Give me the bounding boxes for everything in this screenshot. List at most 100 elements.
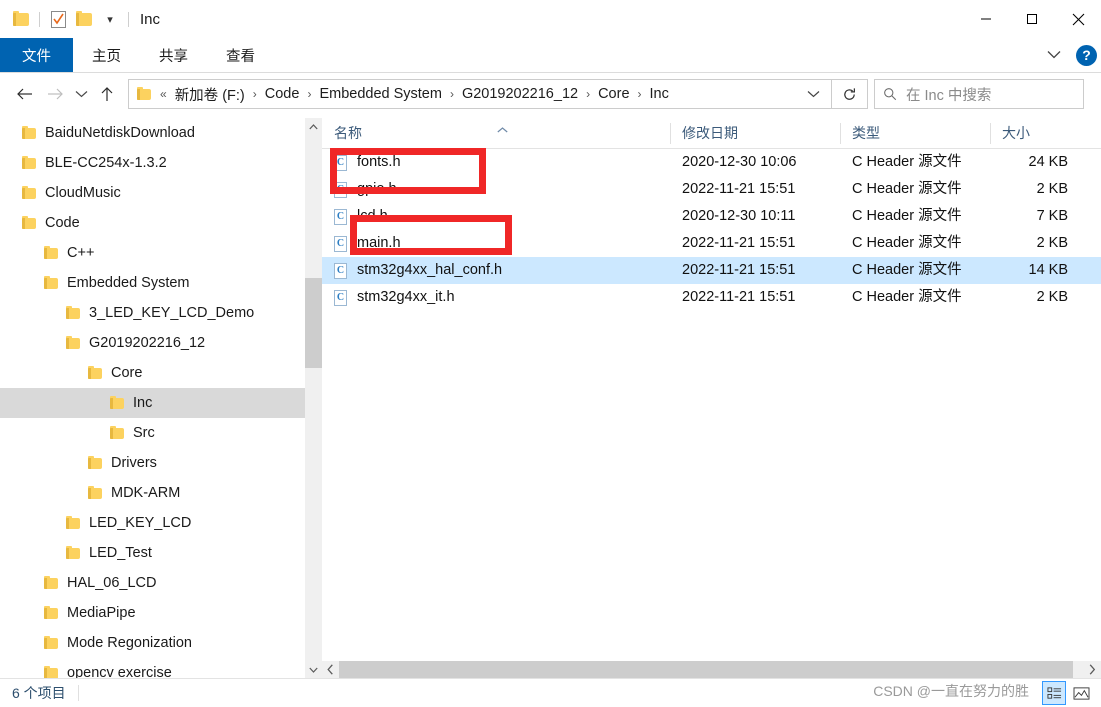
refresh-button[interactable] <box>832 79 868 109</box>
tree-item-core[interactable]: Core <box>0 358 305 388</box>
search-box[interactable]: 在 Inc 中搜索 <box>874 79 1084 109</box>
tree-item-cloudmusic[interactable]: CloudMusic <box>0 178 305 208</box>
tab-view[interactable]: 查看 <box>207 38 274 72</box>
column-header-type-label: 类型 <box>852 124 880 141</box>
file-list-horizontal-scrollbar[interactable] <box>322 661 1101 678</box>
tree-item-hal-06-lcd[interactable]: HAL_06_LCD <box>0 568 305 598</box>
c-header-file-icon: C <box>334 181 347 198</box>
tree-item-mode-regonization[interactable]: Mode Regonization <box>0 628 305 658</box>
minimize-button[interactable] <box>963 0 1009 38</box>
maximize-button[interactable] <box>1009 0 1055 38</box>
tree-item-label: MediaPipe <box>67 605 136 621</box>
chevron-down-icon[interactable]: ▾ <box>97 6 123 32</box>
c-header-file-icon-letter: C <box>336 238 345 249</box>
file-name-cell: Cgpio.h <box>322 176 670 203</box>
column-header-date[interactable]: 修改日期 <box>670 118 840 149</box>
properties-icon[interactable] <box>45 6 71 32</box>
table-row[interactable]: Cstm32g4xx_hal_conf.h 2022-11-21 15:51 C H… <box>322 257 1101 284</box>
ribbon-divider <box>0 72 1101 73</box>
breadcrumb-sep-2[interactable]: › <box>445 87 459 101</box>
forward-button[interactable] <box>40 78 70 110</box>
horizontal-scrollbar-thumb[interactable] <box>339 661 1073 678</box>
breadcrumb-sep-3[interactable]: › <box>581 87 595 101</box>
breadcrumb-item-inc[interactable]: Inc <box>647 86 672 102</box>
tab-home[interactable]: 主页 <box>73 38 140 72</box>
breadcrumb-item-code[interactable]: Code <box>262 86 303 102</box>
tree-item-g2019202216-12[interactable]: G2019202216_12 <box>0 328 305 358</box>
tree-item-inc[interactable]: Inc <box>0 388 305 418</box>
file-size-cell: 2 KB <box>1036 235 1068 251</box>
breadcrumb-item-embedded-system[interactable]: Embedded System <box>316 86 445 102</box>
c-header-file-icon-letter: C <box>336 157 345 168</box>
breadcrumb-item-drive[interactable]: 新加卷 (F:) <box>172 84 248 105</box>
help-button[interactable]: ? <box>1076 44 1097 66</box>
search-icon <box>884 88 897 101</box>
address-bar[interactable]: « 新加卷 (F:) › Code › Embedded System › G2… <box>128 79 832 109</box>
scroll-up-button[interactable] <box>305 118 322 135</box>
breadcrumb-sep-4[interactable]: › <box>633 87 647 101</box>
tab-file[interactable]: 文件 <box>0 38 73 72</box>
tree-item-led-test[interactable]: LED_Test <box>0 538 305 568</box>
close-button[interactable] <box>1055 0 1101 38</box>
recent-locations-button[interactable] <box>70 78 92 110</box>
tree-item-src[interactable]: Src <box>0 418 305 448</box>
tree-item-embedded-system[interactable]: Embedded System <box>0 268 305 298</box>
scroll-left-button[interactable] <box>322 661 339 678</box>
folder-icon <box>110 395 124 409</box>
tree-item-c[interactable]: C++ <box>0 238 305 268</box>
back-button[interactable] <box>10 78 40 110</box>
address-dropdown-icon[interactable] <box>798 87 829 101</box>
search-input[interactable]: 在 Inc 中搜索 <box>906 84 991 105</box>
column-header-type[interactable]: 类型 <box>840 118 990 149</box>
tree-item-drivers[interactable]: Drivers <box>0 448 305 478</box>
details-view-button[interactable] <box>1042 681 1066 705</box>
large-icons-view-icon <box>1073 686 1089 700</box>
tree-item-mediapipe[interactable]: MediaPipe <box>0 598 305 628</box>
navigation-bar: « 新加卷 (F:) › Code › Embedded System › G2… <box>0 74 1101 114</box>
table-row[interactable]: Cgpio.h 2022-11-21 15:51 C Header 源文件 2 KB <box>322 176 1101 203</box>
tree-item-label: Mode Regonization <box>67 635 192 651</box>
table-row[interactable]: Cstm32g4xx_it.h 2022-11-21 15:51 C Header … <box>322 284 1101 311</box>
folder-icon <box>22 155 36 169</box>
file-size-cell: 2 KB <box>1036 289 1068 305</box>
tab-share[interactable]: 共享 <box>140 38 207 72</box>
folder-icon <box>66 545 80 559</box>
ribbon-collapse-chevron-icon[interactable] <box>1041 48 1067 62</box>
chevron-down-icon <box>807 91 820 98</box>
tree-item-label: opencv exercise <box>67 665 172 678</box>
tree-item-ble-cc254x-1-3-2[interactable]: BLE-CC254x-1.3.2 <box>0 148 305 178</box>
file-name-label: stm32g4xx_hal_conf.h <box>357 262 503 278</box>
breadcrumb-sep-0[interactable]: › <box>248 87 262 101</box>
folder-icon <box>44 665 58 678</box>
file-name-label: stm32g4xx_it.h <box>357 289 455 305</box>
breadcrumb-item-project[interactable]: G2019202216_12 <box>459 86 581 102</box>
tree-item-label: Inc <box>133 395 153 411</box>
scrollbar-thumb[interactable] <box>305 278 322 368</box>
up-button[interactable] <box>92 78 122 110</box>
scroll-right-button[interactable] <box>1084 661 1101 678</box>
table-row[interactable]: Cfonts.h 2020-12-30 10:06 C Header 源文件 24 K… <box>322 149 1101 176</box>
tree-item-led-key-lcd[interactable]: LED_KEY_LCD <box>0 508 305 538</box>
large-icons-view-button[interactable] <box>1069 681 1093 705</box>
column-header-name[interactable]: 名称 <box>322 118 670 149</box>
tree-item-3-led-key-lcd-demo[interactable]: 3_LED_KEY_LCD_Demo <box>0 298 305 328</box>
folder-icon[interactable] <box>8 6 34 32</box>
breadcrumb-sep-1[interactable]: › <box>302 87 316 101</box>
tree-item-label: BLE-CC254x-1.3.2 <box>45 155 167 171</box>
breadcrumb-item-core[interactable]: Core <box>595 86 632 102</box>
scroll-down-button[interactable] <box>305 661 322 678</box>
tree-item-opencv-exercise[interactable]: opencv exercise <box>0 658 305 678</box>
tree-item-baidunetdiskdownload[interactable]: BaiduNetdiskDownload <box>0 118 305 148</box>
tree-item-label: Drivers <box>111 455 157 471</box>
breadcrumb-overflow-glyph[interactable]: « <box>155 87 172 101</box>
file-type-cell: C Header 源文件 <box>852 181 962 197</box>
tree-item-mdk-arm[interactable]: MDK-ARM <box>0 478 305 508</box>
tree-item-code[interactable]: Code <box>0 208 305 238</box>
column-header-size[interactable]: 大小 <box>990 118 1078 149</box>
nav-pane-vertical-scrollbar[interactable] <box>305 118 322 678</box>
table-row[interactable]: Clcd.h 2020-12-30 10:11 C Header 源文件 7 KB <box>322 203 1101 230</box>
new-folder-icon[interactable] <box>71 6 97 32</box>
column-header-name-label: 名称 <box>334 124 362 141</box>
table-row[interactable]: Cmain.h 2022-11-21 15:51 C Header 源文件 2 KB <box>322 230 1101 257</box>
chevron-down-icon <box>309 667 318 673</box>
